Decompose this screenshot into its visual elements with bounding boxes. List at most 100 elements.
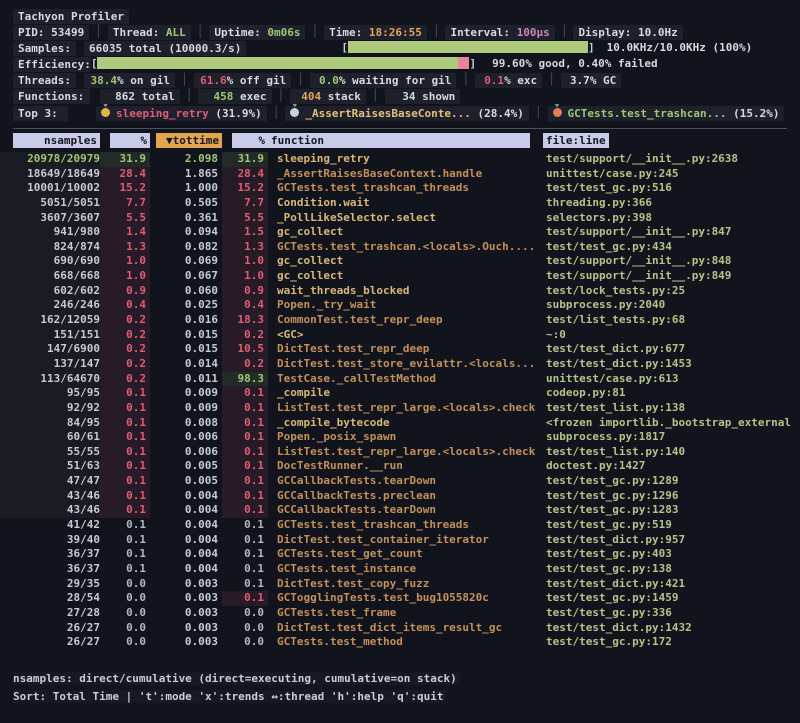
- process-info-bar: PID: 53499 │ Thread: ALL │ Uptime: 0m06s…: [13, 24, 800, 40]
- column-nsamples[interactable]: nsamples: [0, 133, 100, 150]
- table-row[interactable]: 246/246 0.4 0.025 0.4 Popen._try_wait su…: [0, 298, 800, 313]
- cell-direct-pct: 1.0: [100, 254, 150, 269]
- thread-value: ALL: [166, 26, 186, 39]
- table-row[interactable]: 60/61 0.1 0.006 0.1 Popen._posix_spawn s…: [0, 430, 800, 445]
- threads-label: Threads:: [13, 73, 76, 88]
- column-file-line[interactable]: file:line: [543, 133, 800, 150]
- cell-nsamples: 20978/20979: [0, 152, 100, 167]
- table-row[interactable]: 36/37 0.1 0.004 0.1 GCTests.test_instanc…: [0, 562, 800, 577]
- cell-cumulative-pct: 1.5: [222, 225, 268, 240]
- thread-field[interactable]: Thread: ALL: [108, 25, 191, 40]
- table-row[interactable]: 690/690 1.0 0.069 1.0 gc_collect test/su…: [0, 254, 800, 269]
- cell-function: DocTestRunner.__run: [268, 459, 543, 474]
- cell-file-line: test/test_gc.py:1459: [543, 591, 800, 606]
- cell-function: GCTests.test_trashcan_threads: [268, 181, 543, 196]
- table-row[interactable]: 39/40 0.1 0.004 0.1 DictTest.test_contai…: [0, 533, 800, 548]
- cell-function: _compile_bytecode: [268, 416, 543, 431]
- column-tottime-sort[interactable]: ▼tottime: [150, 133, 222, 150]
- cell-file-line: doctest.py:1427: [543, 459, 800, 474]
- table-row[interactable]: 95/95 0.1 0.009 0.1 _compile codeop.py:8…: [0, 386, 800, 401]
- table-row[interactable]: 43/46 0.1 0.004 0.1 GCCallbackTests.tear…: [0, 503, 800, 518]
- samples-total: 66035 total (10000.3/s): [84, 41, 246, 56]
- cell-tottime: 0.060: [150, 284, 222, 299]
- table-row[interactable]: 55/55 0.1 0.006 0.1 ListTest.test_repr_l…: [0, 445, 800, 460]
- threads-row: Threads: 38.4% on gil │ 61.6% off gil │ …: [13, 72, 800, 88]
- cell-cumulative-pct: 1.3: [222, 240, 268, 255]
- table-row[interactable]: 84/95 0.1 0.008 0.1 _compile_bytecode <f…: [0, 416, 800, 431]
- table-row[interactable]: 3607/3607 5.5 0.361 5.5 _PollLikeSelecto…: [0, 211, 800, 226]
- cell-file-line: test/test_gc.py:1283: [543, 503, 800, 518]
- table-row[interactable]: 43/46 0.1 0.004 0.1 GCCallbackTests.prec…: [0, 489, 800, 504]
- stat-stack: 404 stack: [290, 89, 366, 104]
- table-row[interactable]: 113/64670 0.2 0.011 98.3 TestCase._callT…: [0, 372, 800, 387]
- table-row[interactable]: 824/874 1.3 0.082 1.3 GCTests.test_trash…: [0, 240, 800, 255]
- table-row[interactable]: 27/28 0.0 0.003 0.0 GCTests.test_frame t…: [0, 606, 800, 621]
- cell-nsamples: 51/63: [0, 459, 100, 474]
- table-row[interactable]: 51/63 0.1 0.005 0.1 DocTestRunner.__run …: [0, 459, 800, 474]
- column-cumulative-pct[interactable]: %: [222, 133, 268, 150]
- cell-nsamples: 5051/5051: [0, 196, 100, 211]
- cell-file-line: test/test_gc.py:1296: [543, 489, 800, 504]
- cell-function: sleeping_retry: [268, 152, 543, 167]
- table-row[interactable]: 36/37 0.1 0.004 0.1 GCTests.test_get_cou…: [0, 547, 800, 562]
- cell-cumulative-pct: 0.9: [222, 284, 268, 299]
- profile-table: nsamples % ▼tottime % function file:line…: [0, 133, 800, 650]
- table-row[interactable]: 10001/10002 15.2 1.000 15.2 GCTests.test…: [0, 181, 800, 196]
- cell-cumulative-pct: 98.3: [222, 372, 268, 387]
- efficiency-failed-fill: [458, 57, 470, 69]
- cell-file-line: codeop.py:81: [543, 386, 800, 401]
- table-row[interactable]: 47/47 0.1 0.005 0.1 GCCallbackTests.tear…: [0, 474, 800, 489]
- cell-nsamples: 60/61: [0, 430, 100, 445]
- cell-direct-pct: 1.3: [100, 240, 150, 255]
- table-row[interactable]: 151/151 0.2 0.015 0.2 <GC> ~:0: [0, 328, 800, 343]
- table-row[interactable]: 941/980 1.4 0.094 1.5 gc_collect test/su…: [0, 225, 800, 240]
- table-row[interactable]: 5051/5051 7.7 0.505 7.7 Condition.wait t…: [0, 196, 800, 211]
- stat-exc: 0.1% exc: [475, 73, 542, 88]
- cell-cumulative-pct: 0.1: [222, 533, 268, 548]
- cell-nsamples: 26/27: [0, 635, 100, 650]
- cell-direct-pct: 0.2: [100, 342, 150, 357]
- cell-tottime: 2.098: [150, 152, 222, 167]
- table-row[interactable]: 20978/20979 31.9 2.098 31.9 sleeping_ret…: [0, 152, 800, 167]
- table-row[interactable]: 137/147 0.2 0.014 0.2 DictTest.test_stor…: [0, 357, 800, 372]
- table-row[interactable]: 26/27 0.0 0.003 0.0 GCTests.test_method …: [0, 635, 800, 650]
- cell-cumulative-pct: 0.1: [222, 474, 268, 489]
- cell-cumulative-pct: 0.4: [222, 298, 268, 313]
- cell-cumulative-pct: 0.1: [222, 577, 268, 592]
- cell-direct-pct: 0.2: [100, 328, 150, 343]
- column-function[interactable]: function: [268, 133, 543, 150]
- top3-item-1[interactable]: sleeping_retry (31.9%): [96, 106, 267, 121]
- cell-direct-pct: 5.5: [100, 211, 150, 226]
- cell-tottime: 1.865: [150, 167, 222, 182]
- table-row[interactable]: 26/27 0.0 0.003 0.0 DictTest.test_dict_i…: [0, 621, 800, 636]
- separator: │: [186, 88, 193, 104]
- cell-file-line: subprocess.py:2040: [543, 298, 800, 313]
- table-row[interactable]: 29/35 0.0 0.003 0.1 DictTest.test_copy_f…: [0, 577, 800, 592]
- efficiency-row: Efficiency:[] 99.60% good, 0.40% failed: [13, 56, 800, 72]
- cell-nsamples: 668/668: [0, 269, 100, 284]
- column-direct-pct[interactable]: %: [100, 133, 150, 150]
- table-row[interactable]: 668/668 1.0 0.067 1.0 gc_collect test/su…: [0, 269, 800, 284]
- top3-item-3[interactable]: GCTests.test_trashcan... (15.2%): [548, 106, 785, 121]
- separator: │: [273, 104, 280, 122]
- cell-nsamples: 28/54: [0, 591, 100, 606]
- stat-shown: 34 shown: [385, 89, 461, 104]
- cell-cumulative-pct: 0.0: [222, 606, 268, 621]
- table-row[interactable]: 92/92 0.1 0.009 0.1 ListTest.test_repr_l…: [0, 401, 800, 416]
- cell-tottime: 0.505: [150, 196, 222, 211]
- interval-value: 100µs: [517, 26, 550, 39]
- cell-tottime: 0.004: [150, 489, 222, 504]
- top3-item-2[interactable]: _AssertRaisesBaseConte... (28.4%): [285, 106, 529, 121]
- table-row[interactable]: 41/42 0.1 0.004 0.1 GCTests.test_trashca…: [0, 518, 800, 533]
- table-row[interactable]: 602/602 0.9 0.060 0.9 wait_threads_block…: [0, 284, 800, 299]
- table-row[interactable]: 18649/18649 28.4 1.865 28.4 _AssertRaise…: [0, 167, 800, 182]
- cell-nsamples: 47/47: [0, 474, 100, 489]
- cell-direct-pct: 0.1: [100, 416, 150, 431]
- cell-direct-pct: 0.1: [100, 430, 150, 445]
- separator: │: [462, 72, 469, 88]
- cell-cumulative-pct: 0.1: [222, 547, 268, 562]
- table-row[interactable]: 147/6900 0.2 0.015 10.5 DictTest.test_re…: [0, 342, 800, 357]
- cell-tottime: 1.000: [150, 181, 222, 196]
- table-row[interactable]: 162/12059 0.2 0.016 18.3 CommonTest.test…: [0, 313, 800, 328]
- table-row[interactable]: 28/54 0.0 0.003 0.1 GCTogglingTests.test…: [0, 591, 800, 606]
